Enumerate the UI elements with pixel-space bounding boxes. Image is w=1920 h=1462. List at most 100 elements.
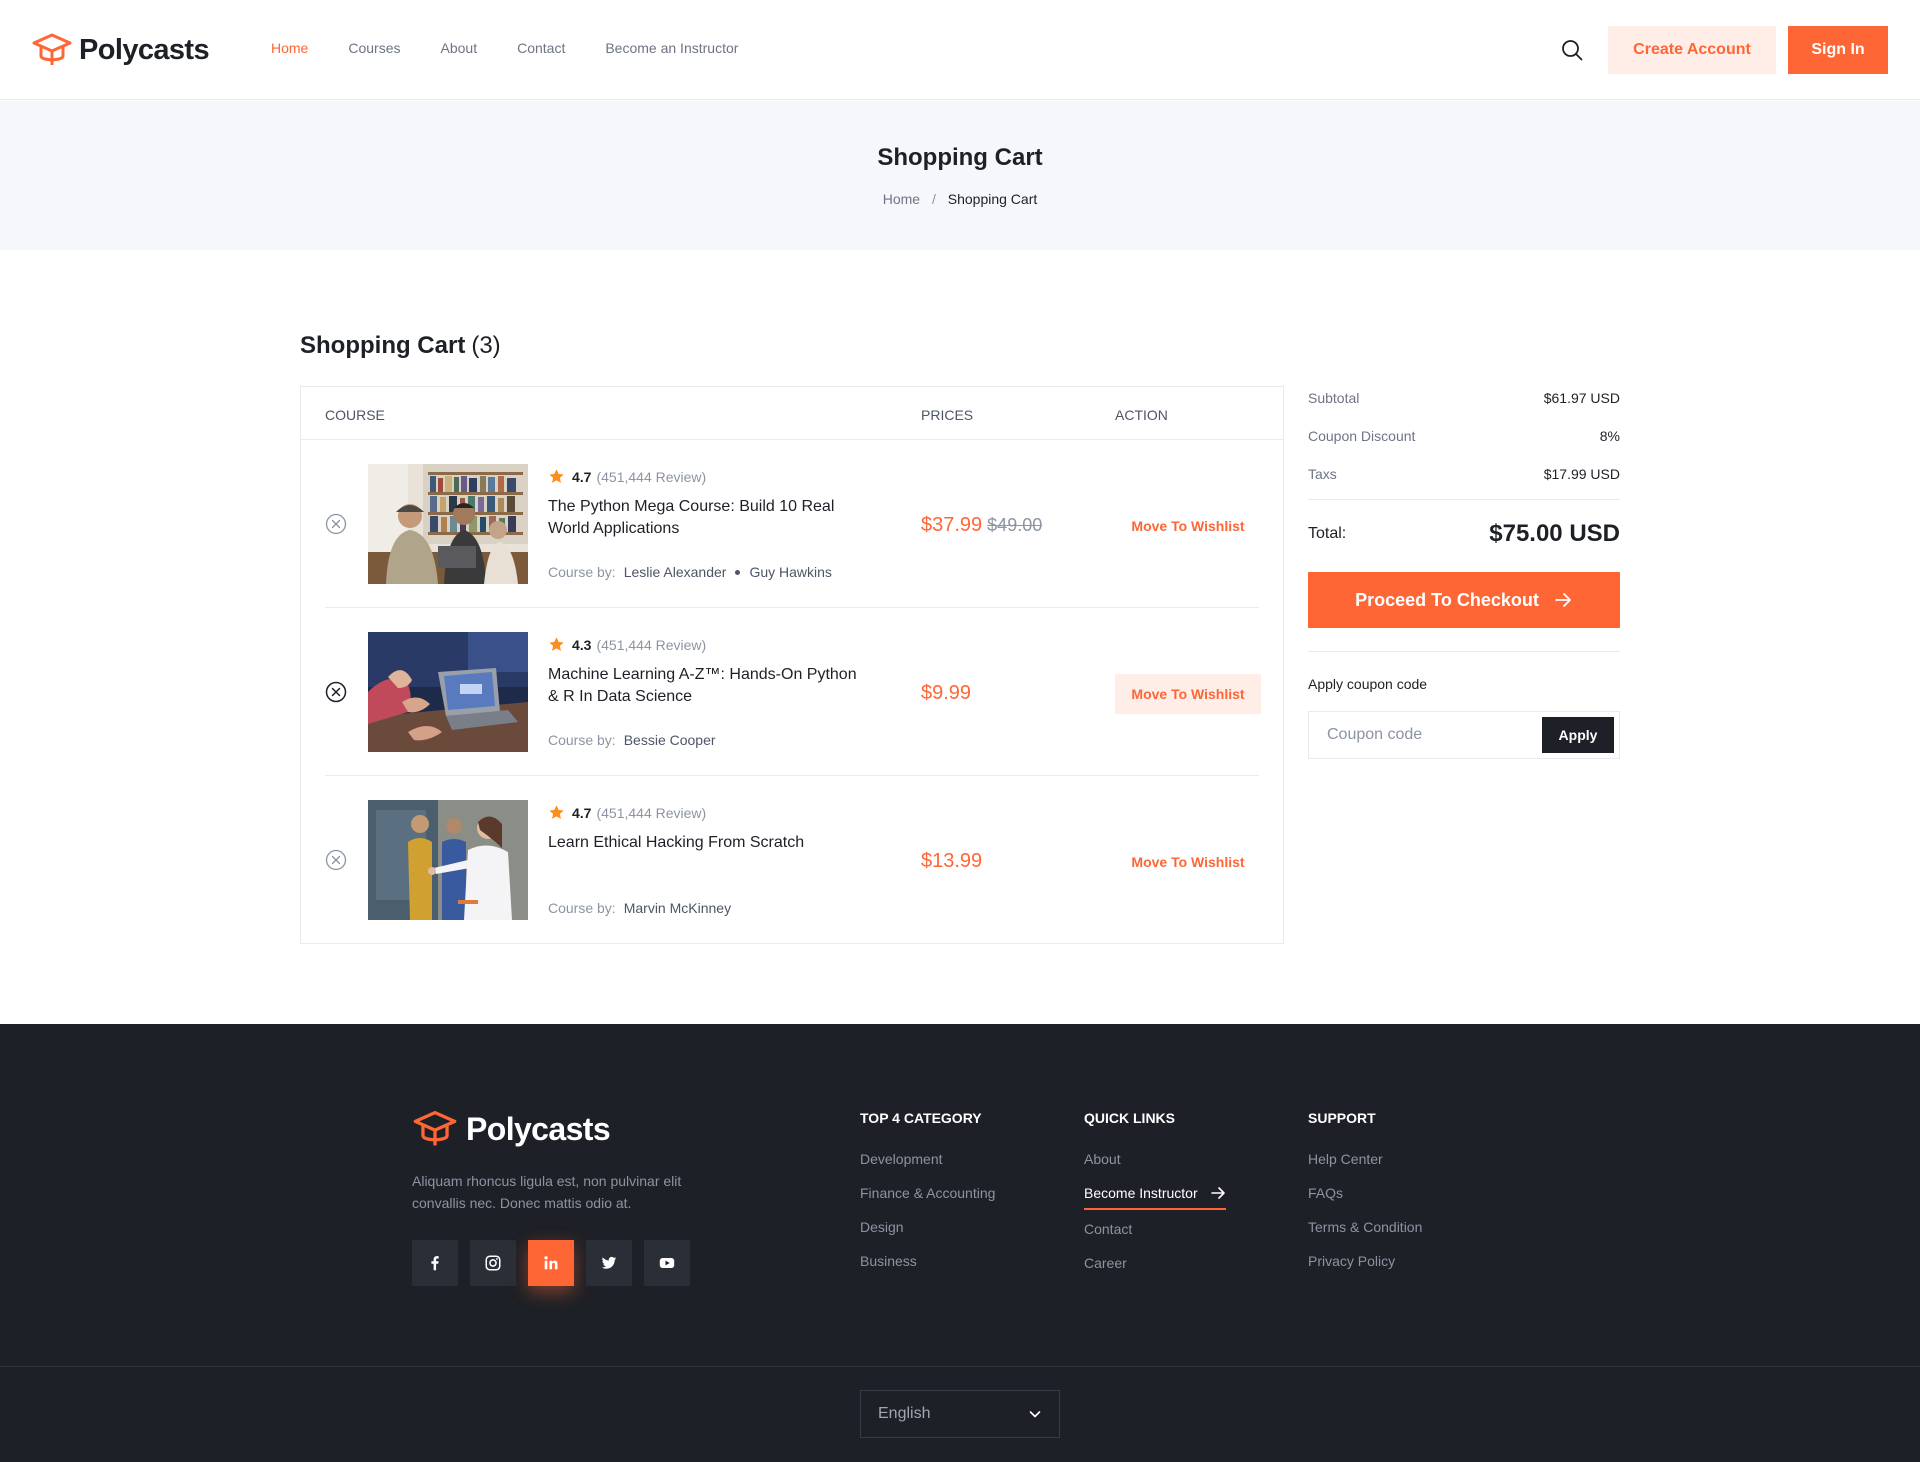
footer-link[interactable]: About — [1084, 1150, 1226, 1168]
page-title-band: Shopping Cart Home / Shopping Cart — [0, 101, 1920, 250]
course-rating: 4.7 (451,444 Review) — [548, 468, 706, 485]
course-title[interactable]: Learn Ethical Hacking From Scratch — [548, 832, 868, 854]
taxes-row: Taxs $17.99 USD — [1308, 466, 1620, 482]
review-count: (451,444 Review) — [596, 468, 707, 485]
course-title[interactable]: Machine Learning A-Z™: Hands-On Python &… — [548, 664, 868, 708]
taxes-label: Taxs — [1308, 466, 1337, 482]
move-to-wishlist-button[interactable]: Move To Wishlist — [1115, 506, 1261, 546]
course-thumbnail[interactable] — [368, 800, 528, 920]
course-rating: 4.3 (451,444 Review) — [548, 636, 706, 653]
remove-item-button[interactable] — [325, 513, 347, 535]
move-to-wishlist-button[interactable]: Move To Wishlist — [1115, 674, 1261, 714]
footer-link[interactable]: Career — [1084, 1254, 1226, 1272]
checkout-label: Proceed To Checkout — [1355, 589, 1539, 610]
original-price: $49.00 — [987, 515, 1043, 535]
footer-link[interactable]: Design — [860, 1218, 995, 1236]
breadcrumb: Home / Shopping Cart — [0, 191, 1920, 207]
course-by-label: Course by: — [548, 732, 616, 748]
remove-item-button[interactable] — [325, 849, 347, 871]
cart-table-header: Course Prices Action — [301, 387, 1283, 440]
close-circle-icon — [325, 513, 347, 535]
rating-value: 4.7 — [572, 468, 592, 485]
breadcrumb-current: Shopping Cart — [947, 191, 1038, 207]
footer-description: Aliquam rhoncus ligula est, non pulvinar… — [412, 1173, 682, 1211]
course-price: $37.99 $49.00 — [921, 514, 1042, 537]
course-price: $13.99 — [921, 850, 982, 873]
star-icon — [549, 469, 564, 483]
nav-courses[interactable]: Courses — [348, 40, 400, 56]
social-links — [412, 1240, 702, 1286]
instructor-name[interactable]: Marvin McKinney — [624, 900, 731, 916]
taxes-value: $17.99 USD — [1543, 466, 1620, 482]
breadcrumb-separator: / — [931, 191, 936, 207]
coupon-label: Apply coupon code — [1308, 676, 1428, 692]
column-prices: Prices — [921, 407, 974, 423]
apply-coupon-button[interactable]: Apply — [1542, 717, 1614, 753]
cart-item: 4.7 (451,444 Review) The Python Mega Cou… — [325, 440, 1259, 608]
coupon-input[interactable] — [1309, 712, 1539, 758]
search-icon[interactable] — [1560, 38, 1584, 62]
course-instructors: Course by: Leslie Alexander Guy Hawkins — [548, 564, 832, 580]
cart-item: 4.3 (451,444 Review) Machine Learning A-… — [325, 608, 1261, 776]
breadcrumb-home[interactable]: Home — [883, 191, 920, 207]
current-price: $13.99 — [921, 850, 983, 872]
chevron-down-icon — [1029, 1411, 1041, 1418]
footer-link[interactable]: Terms & Condition — [1308, 1218, 1422, 1236]
twitter-icon[interactable] — [586, 1240, 632, 1286]
footer-link-become-instructor[interactable]: Become Instructor — [1084, 1184, 1226, 1210]
instagram-icon[interactable] — [470, 1240, 516, 1286]
current-price: $37.99 — [921, 514, 983, 536]
star-icon — [549, 805, 564, 819]
linkedin-icon[interactable] — [528, 1240, 574, 1286]
course-image — [368, 800, 528, 920]
subtotal-row: Subtotal $61.97 USD — [1308, 390, 1620, 406]
facebook-icon[interactable] — [412, 1240, 458, 1286]
language-select[interactable]: English — [860, 1390, 1060, 1438]
footer-brand-name: Polycasts — [466, 1110, 611, 1147]
footer-divider — [0, 1366, 1920, 1367]
instructor-name[interactable]: Bessie Cooper — [624, 732, 716, 748]
footer-link-label: Become Instructor — [1084, 1185, 1198, 1201]
course-thumbnail[interactable] — [368, 464, 528, 584]
footer-link[interactable]: Development — [860, 1150, 995, 1168]
youtube-icon[interactable] — [644, 1240, 690, 1286]
footer-link[interactable]: FAQs — [1308, 1184, 1422, 1202]
nav-home[interactable]: Home — [271, 40, 308, 56]
create-account-button[interactable]: Create Account — [1608, 26, 1776, 74]
arrow-right-icon — [1554, 593, 1571, 607]
footer-support: Support Help Center FAQs Terms & Conditi… — [1308, 1110, 1422, 1286]
move-to-wishlist-button[interactable]: Move To Wishlist — [1115, 842, 1261, 882]
footer-quick-links: Quick Links About Become Instructor Cont… — [1084, 1110, 1226, 1288]
separator-dot — [735, 569, 741, 575]
proceed-to-checkout-button[interactable]: Proceed To Checkout — [1308, 572, 1620, 628]
graduation-cap-icon — [413, 1110, 457, 1146]
subtotal-label: Subtotal — [1308, 390, 1360, 406]
coupon-discount-label: Coupon Discount — [1308, 428, 1416, 444]
cart-heading-text: Shopping Cart — [300, 332, 466, 359]
footer-logo[interactable]: Polycasts — [412, 1108, 611, 1150]
total-row: Total: $75.00 USD — [1308, 520, 1620, 548]
course-image — [368, 464, 528, 584]
nav-about[interactable]: About — [441, 40, 478, 56]
course-thumbnail[interactable] — [368, 632, 528, 752]
instructor-name[interactable]: Leslie Alexander — [624, 564, 727, 580]
footer-categories: Top 4 Category Development Finance & Acc… — [860, 1110, 995, 1286]
footer-link[interactable]: Finance & Accounting — [860, 1184, 995, 1202]
main-nav: Home Courses About Contact Become an Ins… — [271, 40, 778, 56]
course-instructors: Course by: Bessie Cooper — [548, 732, 716, 748]
instructor-name[interactable]: Guy Hawkins — [749, 564, 831, 580]
course-by-label: Course by: — [548, 900, 616, 916]
brand-logo[interactable]: Polycasts — [31, 31, 210, 69]
footer-categories-title: Top 4 Category — [860, 1110, 982, 1126]
sign-in-button[interactable]: Sign In — [1788, 26, 1888, 74]
rating-value: 4.7 — [572, 804, 592, 821]
nav-become-instructor[interactable]: Become an Instructor — [605, 40, 738, 56]
brand-name: Polycasts — [79, 33, 210, 66]
footer-link[interactable]: Contact — [1084, 1220, 1226, 1238]
remove-item-button[interactable] — [325, 681, 347, 703]
footer-link[interactable]: Privacy Policy — [1308, 1252, 1422, 1270]
footer-link[interactable]: Business — [860, 1252, 995, 1270]
nav-contact[interactable]: Contact — [517, 40, 565, 56]
course-title[interactable]: The Python Mega Course: Build 10 Real Wo… — [548, 496, 868, 540]
footer-link[interactable]: Help Center — [1308, 1150, 1422, 1168]
